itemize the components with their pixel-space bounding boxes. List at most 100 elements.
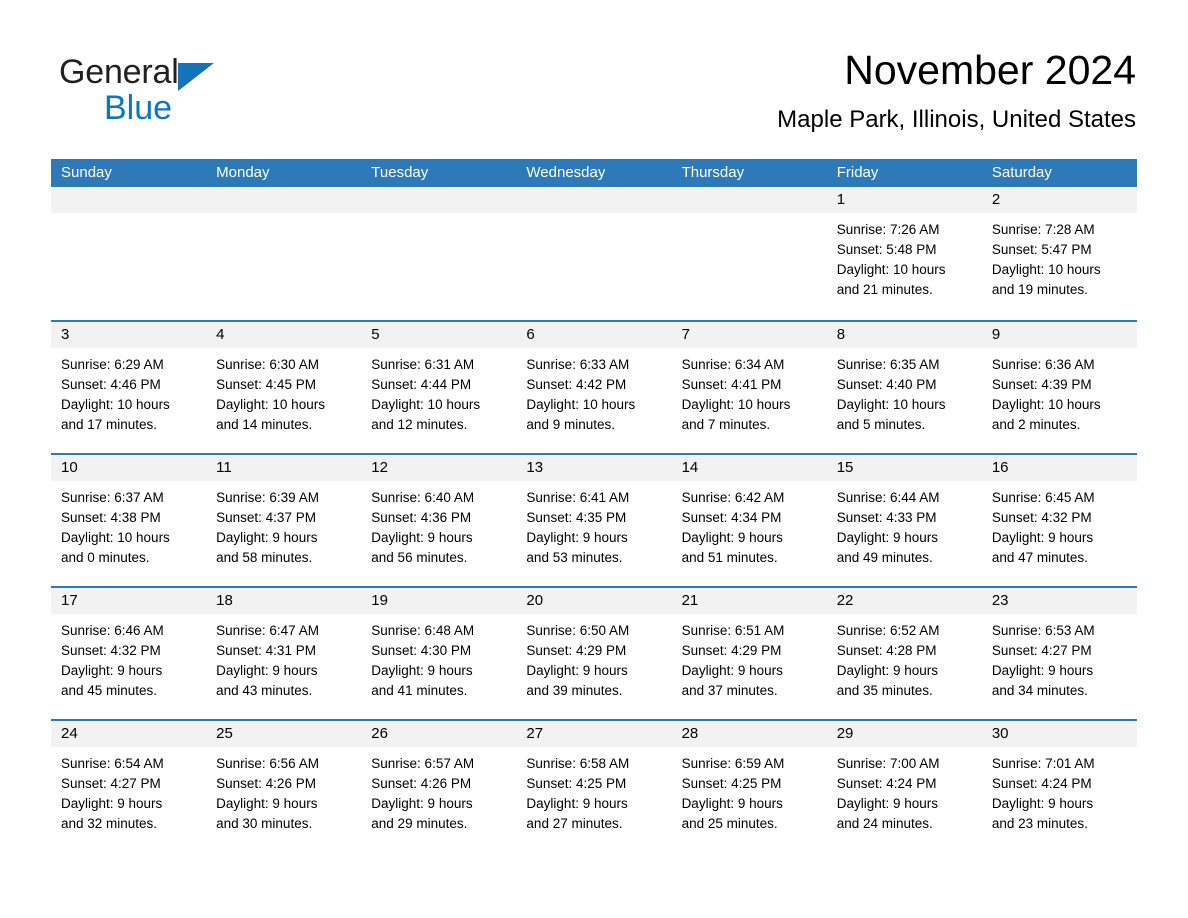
calendar-day-cell[interactable]: 10 Sunrise: 6:37 AM Sunset: 4:38 PM Dayligh… <box>51 455 207 586</box>
daylight-text-line2: and 17 minutes. <box>61 417 158 432</box>
sunset-text: Sunset: 4:26 PM <box>371 776 472 791</box>
calendar-day-cell[interactable]: 8 Sunrise: 6:35 AM Sunset: 4:40 PM Daylight… <box>826 322 982 453</box>
daylight-text-line1: Daylight: 9 hours <box>681 663 783 678</box>
sunset-text: Sunset: 4:29 PM <box>526 643 627 658</box>
calendar-day-cell[interactable]: 7 Sunrise: 6:34 AM Sunset: 4:41 PM Daylight… <box>671 322 827 453</box>
calendar-day-cell[interactable]: 26 Sunrise: 6:57 AM Sunset: 4:26 PM Dayligh… <box>361 721 517 852</box>
daylight-text-line1: Daylight: 9 hours <box>681 796 783 811</box>
day-info: Sunrise: 6:56 AM Sunset: 4:26 PM Daylight:… <box>206 747 361 834</box>
sunrise-text: Sunrise: 6:47 AM <box>216 623 319 638</box>
sunrise-text: Sunrise: 6:44 AM <box>836 490 940 505</box>
calendar-day-cell[interactable]: 27 Sunrise: 6:58 AM Sunset: 4:25 PM Dayligh… <box>516 721 672 852</box>
sunset-text: Sunset: 4:32 PM <box>61 643 161 658</box>
day-number: 6 <box>526 326 535 343</box>
daylight-text-line2: and 27 minutes. <box>526 816 623 831</box>
day-number: 30 <box>991 725 1009 742</box>
daylight-text-line1: Daylight: 10 hours <box>836 262 946 277</box>
calendar-day-cell[interactable]: 9 Sunrise: 6:36 AM Sunset: 4:39 PM Daylight… <box>981 322 1137 453</box>
day-number-band: 10 <box>51 455 207 481</box>
day-number-band: 7 <box>671 322 827 348</box>
calendar-day-cell[interactable]: 16 Sunrise: 6:45 AM Sunset: 4:32 PM Dayligh… <box>981 455 1137 586</box>
daylight-text-line1: Daylight: 9 hours <box>371 530 473 545</box>
sunset-text: Sunset: 4:25 PM <box>681 776 782 791</box>
weekday-header-friday: Friday <box>836 164 879 181</box>
day-info: Sunrise: 6:44 AM Sunset: 4:33 PM Daylight:… <box>827 481 982 568</box>
calendar-day-cell[interactable]: 14 Sunrise: 6:42 AM Sunset: 4:34 PM Dayligh… <box>671 455 827 586</box>
daylight-text-line2: and 2 minutes. <box>991 417 1081 432</box>
daylight-text-line2: and 53 minutes. <box>526 550 623 565</box>
day-number-band: 20 <box>516 588 672 614</box>
calendar-day-cell[interactable]: 18 Sunrise: 6:47 AM Sunset: 4:31 PM Dayligh… <box>206 588 362 719</box>
sunset-text: Sunset: 4:27 PM <box>991 643 1092 658</box>
calendar-day-cell[interactable]: 25 Sunrise: 6:56 AM Sunset: 4:26 PM Dayligh… <box>206 721 362 852</box>
sunrise-text: Sunrise: 6:51 AM <box>681 623 785 638</box>
daylight-text-line1: Daylight: 9 hours <box>371 663 473 678</box>
day-info: Sunrise: 6:53 AM Sunset: 4:27 PM Daylight:… <box>982 614 1137 701</box>
calendar-day-cell[interactable]: 28 Sunrise: 6:59 AM Sunset: 4:25 PM Dayligh… <box>671 721 827 852</box>
calendar-day-cell[interactable]: 17 Sunrise: 6:46 AM Sunset: 4:32 PM Dayligh… <box>51 588 207 719</box>
calendar-page: General Blue November 2024 Maple Park, I… <box>0 0 1188 918</box>
day-number-band: 4 <box>206 322 362 348</box>
sunrise-text: Sunrise: 6:57 AM <box>371 756 475 771</box>
sunset-text: Sunset: 4:38 PM <box>61 510 161 525</box>
daylight-text-line2: and 32 minutes. <box>61 816 158 831</box>
calendar-day-cell[interactable]: 2 Sunrise: 7:28 AM Sunset: 5:47 PM Daylight… <box>981 187 1137 318</box>
day-number-band: 27 <box>516 721 672 747</box>
daylight-text-line2: and 19 minutes. <box>991 282 1088 297</box>
sunrise-text: Sunrise: 6:41 AM <box>526 490 630 505</box>
day-number: 2 <box>991 191 1001 208</box>
daylight-text-line1: Daylight: 9 hours <box>526 530 628 545</box>
calendar-day-cell[interactable]: 5 Sunrise: 6:31 AM Sunset: 4:44 PM Daylight… <box>361 322 517 453</box>
calendar-day-cell[interactable]: 19 Sunrise: 6:48 AM Sunset: 4:30 PM Dayligh… <box>361 588 517 719</box>
sunset-text: Sunset: 4:27 PM <box>61 776 161 791</box>
day-number-band: 5 <box>361 322 517 348</box>
daylight-text-line2: and 24 minutes. <box>836 816 933 831</box>
day-number-band: 3 <box>51 322 207 348</box>
calendar-day-cell[interactable]: 3 Sunrise: 6:29 AM Sunset: 4:46 PM Daylight… <box>51 322 207 453</box>
day-number-band <box>206 187 362 213</box>
calendar-day-cell[interactable]: 11 Sunrise: 6:39 AM Sunset: 4:37 PM Dayligh… <box>206 455 362 586</box>
day-info: Sunrise: 6:48 AM Sunset: 4:30 PM Daylight:… <box>361 614 516 701</box>
sunset-text: Sunset: 4:24 PM <box>836 776 937 791</box>
daylight-text-line1: Daylight: 9 hours <box>991 530 1094 545</box>
day-number: 16 <box>991 459 1009 476</box>
daylight-text-line2: and 45 minutes. <box>61 683 158 698</box>
sunrise-text: Sunrise: 6:29 AM <box>61 357 164 372</box>
daylight-text-line1: Daylight: 9 hours <box>836 663 939 678</box>
sunset-text: Sunset: 4:25 PM <box>526 776 627 791</box>
calendar-day-cell[interactable]: 15 Sunrise: 6:44 AM Sunset: 4:33 PM Dayligh… <box>826 455 982 586</box>
calendar-day-cell[interactable]: 30 Sunrise: 7:01 AM Sunset: 4:24 PM Dayligh… <box>981 721 1137 852</box>
calendar-day-cell[interactable]: 4 Sunrise: 6:30 AM Sunset: 4:45 PM Daylight… <box>206 322 362 453</box>
day-info: Sunrise: 6:58 AM Sunset: 4:25 PM Daylight:… <box>516 747 671 834</box>
calendar-week-row: 1 Sunrise: 7:26 AM Sunset: 5:48 PM Daylight… <box>51 187 1137 320</box>
calendar-day-cell[interactable]: 22 Sunrise: 6:52 AM Sunset: 4:28 PM Dayligh… <box>826 588 982 719</box>
calendar-day-cell[interactable]: 24 Sunrise: 6:54 AM Sunset: 4:27 PM Dayligh… <box>51 721 207 852</box>
day-number: 4 <box>216 326 225 343</box>
calendar-day-cell[interactable]: 6 Sunrise: 6:33 AM Sunset: 4:42 PM Daylight… <box>516 322 672 453</box>
calendar-day-cell[interactable]: 20 Sunrise: 6:50 AM Sunset: 4:29 PM Dayligh… <box>516 588 672 719</box>
calendar-day-cell[interactable]: 12 Sunrise: 6:40 AM Sunset: 4:36 PM Dayligh… <box>361 455 517 586</box>
day-number-band: 12 <box>361 455 517 481</box>
calendar-day-cell-empty <box>516 187 672 318</box>
day-number-band: 14 <box>671 455 827 481</box>
daylight-text-line1: Daylight: 10 hours <box>61 530 170 545</box>
day-number-band: 16 <box>981 455 1137 481</box>
logo-triangle-icon <box>177 63 214 91</box>
daylight-text-line1: Daylight: 10 hours <box>371 397 481 412</box>
daylight-text-line1: Daylight: 9 hours <box>836 796 939 811</box>
day-number-band: 25 <box>206 721 362 747</box>
day-number-band: 17 <box>51 588 207 614</box>
calendar-day-cell[interactable]: 23 Sunrise: 6:53 AM Sunset: 4:27 PM Dayligh… <box>981 588 1137 719</box>
general-blue-logo: General Blue <box>59 53 379 128</box>
day-number: 5 <box>371 326 380 343</box>
sunset-text: Sunset: 4:34 PM <box>681 510 782 525</box>
calendar-day-cell[interactable]: 1 Sunrise: 7:26 AM Sunset: 5:48 PM Daylight… <box>826 187 982 318</box>
day-number: 3 <box>61 326 70 343</box>
daylight-text-line2: and 51 minutes. <box>681 550 778 565</box>
calendar-day-cell[interactable]: 21 Sunrise: 6:51 AM Sunset: 4:29 PM Dayligh… <box>671 588 827 719</box>
calendar-day-cell[interactable]: 29 Sunrise: 7:00 AM Sunset: 4:24 PM Dayligh… <box>826 721 982 852</box>
day-number: 22 <box>836 592 854 609</box>
daylight-text-line1: Daylight: 10 hours <box>216 397 325 412</box>
calendar-day-cell[interactable]: 13 Sunrise: 6:41 AM Sunset: 4:35 PM Dayligh… <box>516 455 672 586</box>
sunrise-text: Sunrise: 6:58 AM <box>526 756 630 771</box>
